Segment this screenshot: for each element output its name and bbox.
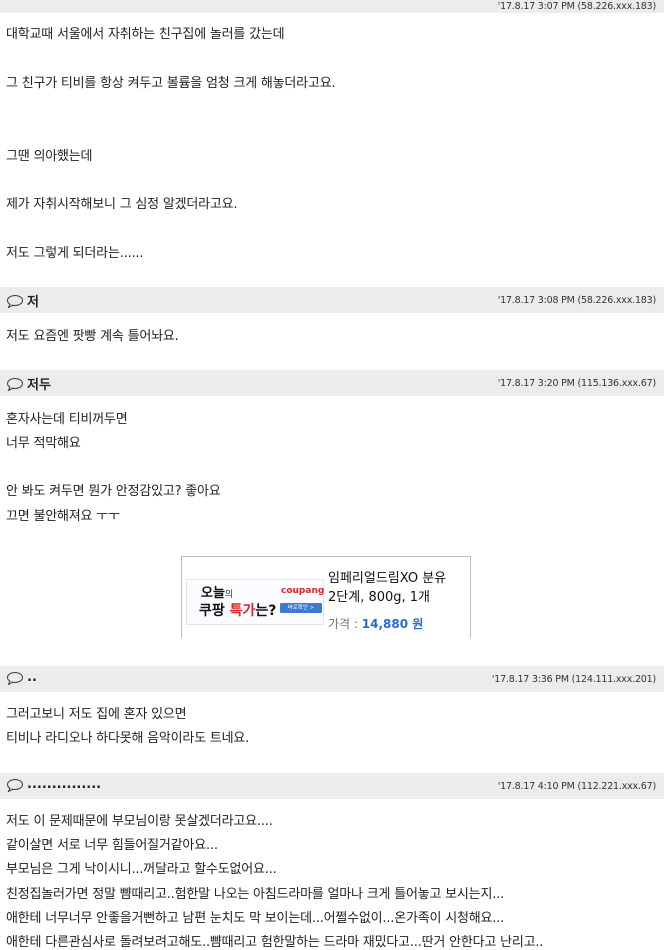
post-line: 저도 그렇게 되더라는...... — [6, 246, 144, 261]
comment-header: .. '17.8.17 3:36 PM (124.111.xxx.201) — [0, 666, 664, 692]
banner-go-button[interactable]: 바로확인 > — [280, 603, 322, 613]
ad-product-title[interactable]: 임페리얼드림XO 분유 2단계, 800g, 1개 — [328, 569, 446, 607]
comment-line: 친정집놀러가면 정말 뺨때리고..험한말 나오는 아침드라마를 얼마나 크게 틀… — [6, 887, 505, 902]
top-comment-bar: '17.8.17 3:07 PM (58.226.xxx.183) — [0, 0, 664, 13]
comment-line: 같이살면 서로 너무 힘들어질거같아요... — [6, 838, 218, 853]
banner-special: 쿠팡 특가는? — [199, 603, 277, 619]
speech-bubble-icon — [6, 294, 24, 308]
comment-author[interactable]: ............... — [27, 777, 101, 792]
speech-bubble-icon — [6, 377, 24, 391]
coupang-ad[interactable]: 오늘의 쿠팡 특가는? coupang 바로확인 > 임페리얼드림XO 분유 2… — [181, 556, 471, 638]
banner-today: 오늘의 — [201, 586, 234, 601]
speech-bubble-icon — [6, 671, 24, 685]
comment-meta: '17.8.17 3:20 PM (115.136.xxx.67) — [497, 378, 656, 389]
comment-line: 애한테 너무너무 안좋을거뻔하고 남편 눈치도 막 보이는데...어쩔수없이..… — [6, 911, 505, 926]
comment-author[interactable]: 저두 — [27, 374, 51, 393]
comment-header: ............... '17.8.17 4:10 PM (112.22… — [0, 773, 664, 799]
comment-header: 저두 '17.8.17 3:20 PM (115.136.xxx.67) — [0, 370, 664, 396]
post-line: 그 친구가 티비를 항상 켜두고 볼륨을 엄청 크게 해놓더라고요. — [6, 76, 336, 91]
comment-line: 티비나 라디오나 하다못해 음악이라도 트네요. — [6, 731, 250, 746]
top-comment-meta: '17.8.17 3:07 PM (58.226.xxx.183) — [497, 1, 656, 12]
comment-line: 혼자사는데 티비꺼두면 — [6, 412, 128, 427]
comment-line: 안 봐도 켜두면 뭔가 안정감있고? 좋아요 — [6, 484, 221, 499]
comment-author[interactable]: 저 — [27, 291, 39, 310]
speech-bubble-icon — [6, 778, 24, 792]
comment-header: 저 '17.8.17 3:08 PM (58.226.xxx.183) — [0, 287, 664, 313]
comment-line: 애한테 다른관심사로 돌려보려고해도..뺨때리고 험한말하는 드라마 재밌다고.… — [6, 935, 544, 950]
comment-line: 부모님은 그게 낙이시니...꺼달라고 할수도없어요... — [6, 862, 277, 877]
comment-line: 저도 이 문제때문에 부모님이랑 못살겠더라고요.... — [6, 814, 273, 829]
post-line: 대학교때 서울에서 자취하는 친구집에 놀러를 갔는데 — [6, 27, 285, 42]
comment-meta: '17.8.17 3:08 PM (58.226.xxx.183) — [497, 295, 656, 306]
ad-price-value: 14,880 원 — [361, 617, 424, 631]
comment-author[interactable]: .. — [27, 670, 37, 685]
coupang-logo: coupang — [281, 586, 325, 596]
comment-line: 저도 요즘엔 팟빵 계속 틀어놔요. — [6, 329, 179, 344]
coupang-banner[interactable]: 오늘의 쿠팡 특가는? coupang 바로확인 > — [186, 579, 324, 625]
comment-meta: '17.8.17 4:10 PM (112.221.xxx.67) — [497, 781, 656, 792]
post-line: 그땐 의아했는데 — [6, 149, 93, 164]
comment-meta: '17.8.17 3:36 PM (124.111.xxx.201) — [491, 674, 656, 685]
comment-line: 너무 적막해요 — [6, 436, 81, 451]
ad-price: 가격 : 14,880 원 — [328, 617, 424, 631]
comment-line: 끄면 불안해져요 ㅜㅜ — [6, 509, 120, 524]
post-line: 제가 자취시작해보니 그 심정 알겠더라고요. — [6, 197, 238, 212]
comment-line: 그러고보니 저도 집에 혼자 있으면 — [6, 707, 187, 722]
